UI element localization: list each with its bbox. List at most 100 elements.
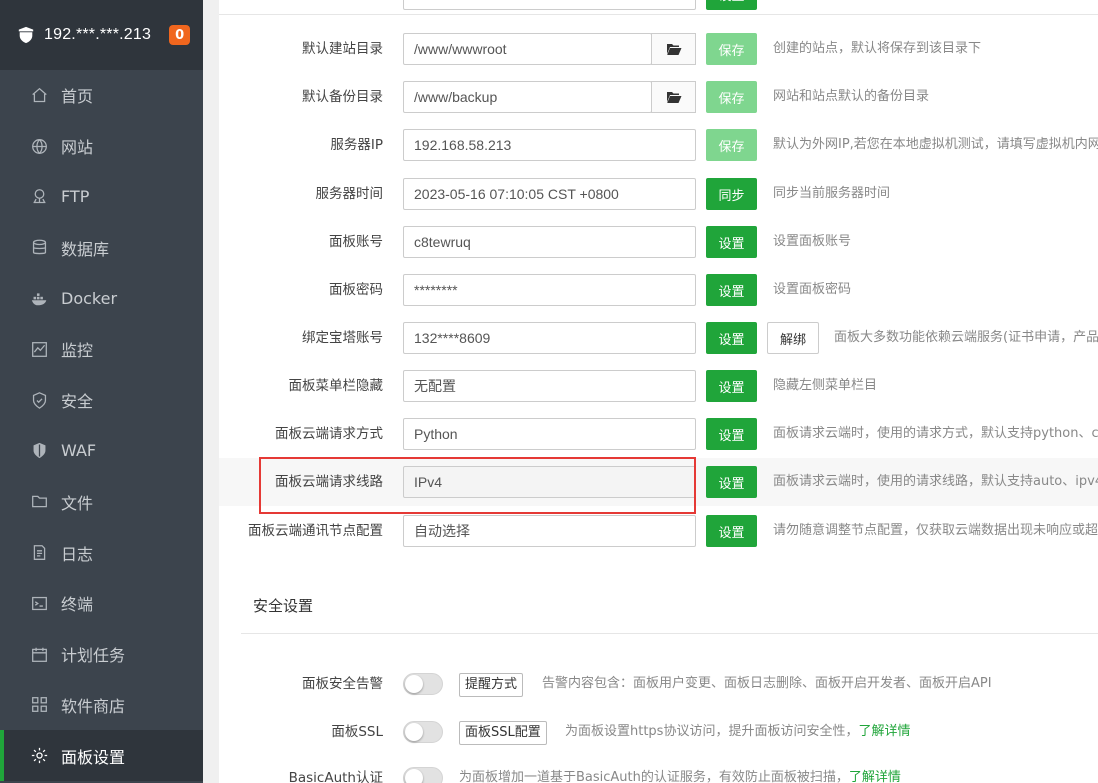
setting-help: 为面板设置https协议访问，提升面板访问安全性，了解详情 (565, 708, 910, 756)
setting-row-partial: 设置 (219, 0, 1098, 18)
setting-row-cloud-request-method: 面板云端请求方式 Python 设置 面板请求云端时，使用的请求方式，默认支持p… (219, 410, 1098, 458)
calendar-icon (30, 645, 48, 663)
sidebar-item-docker[interactable]: Docker (0, 273, 203, 324)
ftp-icon (30, 188, 48, 206)
set-button[interactable]: 设置 (706, 515, 757, 547)
globe-icon (30, 137, 48, 155)
sidebar-item-files[interactable]: 文件 (0, 476, 203, 527)
set-button[interactable]: 设置 (706, 274, 757, 306)
sidebar-item-app-store[interactable]: 软件商店 (0, 680, 203, 731)
notification-badge[interactable]: 0 (169, 25, 191, 45)
partial-set-button[interactable]: 设置 (706, 0, 757, 10)
setting-row-site-dir: 默认建站目录 /www/wwwroot 保存 创建的站点，默认将保存到该目录下 (219, 25, 1098, 73)
gutter (203, 0, 219, 783)
sidebar-item-monitor[interactable]: 监控 (0, 324, 203, 375)
sidebar-nav: 首页 网站 FTP 数据库 Docker 监控 安全 WAF 文件 日志 终端 … (0, 70, 203, 782)
sidebar-item-website[interactable]: 网站 (0, 121, 203, 172)
server-shield-icon (18, 26, 34, 44)
setting-label: 面板SSL (331, 724, 383, 740)
setting-help: 默认为外网IP,若您在本地虚拟机测试，请填写虚拟机内网IP (773, 137, 1098, 152)
sidebar-item-label: 终端 (61, 595, 94, 615)
server-ip: 192.***.***.213 (44, 26, 152, 43)
set-button[interactable]: 设置 (706, 466, 757, 498)
sidebar-item-logs[interactable]: 日志 (0, 527, 203, 578)
sidebar-item-security[interactable]: 安全 (0, 375, 203, 426)
sidebar-item-ftp[interactable]: FTP (0, 172, 203, 223)
waf-shield-icon (30, 442, 48, 460)
learn-more-link[interactable]: 了解详情 (849, 770, 901, 783)
menu-hide-input[interactable]: 无配置 (403, 370, 696, 402)
sidebar-item-home[interactable]: 首页 (0, 70, 203, 121)
unbind-button[interactable]: 解绑 (767, 322, 819, 354)
docker-icon (30, 290, 48, 308)
section-divider (241, 633, 1098, 634)
alert-method-button[interactable]: 提醒方式 (459, 673, 524, 697)
setting-label: 默认建站目录 (302, 41, 383, 57)
browse-folder-button[interactable] (651, 81, 696, 113)
sidebar-item-label: 文件 (61, 493, 94, 513)
set-button[interactable]: 设置 (706, 322, 757, 354)
panel-password-input[interactable]: ******** (403, 274, 696, 306)
server-header[interactable]: 192.***.***.213 0 (0, 0, 203, 70)
cloud-node-input[interactable]: 自动选择 (403, 515, 696, 547)
monitor-icon (30, 340, 48, 358)
setting-help: 面板请求云端时，使用的请求方式，默认支持python、curl (773, 426, 1098, 441)
learn-more-link[interactable]: 了解详情 (858, 724, 910, 739)
partial-input[interactable] (403, 0, 696, 10)
setting-label: 默认备份目录 (302, 89, 383, 105)
setting-help: 告警内容包含：面板用户变更、面板日志删除、面板开启开发者、面板开启API (542, 676, 992, 691)
set-button[interactable]: 设置 (706, 226, 757, 258)
toggle-knob (405, 723, 423, 741)
setting-label: 面板密码 (329, 282, 383, 298)
panel-ssl-toggle[interactable] (403, 721, 443, 743)
sidebar: 192.***.***.213 0 首页 网站 FTP 数据库 Docker 监… (0, 0, 203, 783)
ssl-config-button[interactable]: 面板SSL配置 (459, 721, 547, 745)
setting-label: 服务器时间 (315, 186, 384, 202)
security-row-ssl: 面板SSL 面板SSL配置 为面板设置https协议访问，提升面板访问安全性，了… (219, 708, 1098, 756)
help-text: 为面板增加一道基于BasicAuth的认证服务，有效防止面板被扫描， (459, 770, 849, 783)
panel-alert-toggle[interactable] (403, 673, 443, 695)
setting-help: 设置面板密码 (773, 282, 852, 297)
server-ip-input[interactable]: 192.168.58.213 (403, 129, 696, 161)
setting-label: 面板云端请求方式 (275, 426, 383, 442)
set-button[interactable]: 设置 (706, 418, 757, 450)
sidebar-item-label: 日志 (61, 544, 94, 564)
site-dir-input[interactable]: /www/wwwroot (403, 33, 652, 65)
shield-icon (30, 391, 48, 409)
sidebar-item-label: Docker (61, 289, 118, 309)
save-button[interactable]: 保存 (706, 129, 757, 161)
basicauth-toggle[interactable] (403, 767, 443, 783)
sidebar-item-label: 计划任务 (61, 646, 126, 666)
terminal-icon (30, 594, 48, 612)
log-icon (30, 544, 48, 562)
section-title-security: 安全设置 (253, 597, 314, 615)
sidebar-item-panel-settings[interactable]: 面板设置 (0, 730, 203, 782)
bind-account-input[interactable]: 132****8609 (403, 322, 696, 354)
setting-help: 为面板增加一道基于BasicAuth的认证服务，有效防止面板被扫描，了解详情 (459, 754, 901, 783)
browse-folder-button[interactable] (651, 33, 696, 65)
save-button[interactable]: 保存 (706, 81, 757, 113)
backup-dir-input[interactable]: /www/backup (403, 81, 652, 113)
set-button[interactable]: 设置 (706, 370, 757, 402)
setting-row-bind-account: 绑定宝塔账号 132****8609 设置 解绑 面板大多数功能依赖云端服务(证… (219, 314, 1098, 362)
save-button[interactable]: 保存 (706, 33, 757, 65)
sidebar-item-label: 安全 (61, 392, 94, 412)
apps-grid-icon (30, 696, 48, 714)
database-icon (30, 239, 48, 257)
folder-open-icon (666, 92, 681, 103)
sidebar-item-database[interactable]: 数据库 (0, 222, 203, 273)
cloud-request-method-input[interactable]: Python (403, 418, 696, 450)
setting-row-server-time: 服务器时间 2023-05-16 07:10:05 CST +0800 同步 同… (219, 170, 1098, 218)
panel-account-input[interactable]: c8tewruq (403, 226, 696, 258)
setting-help: 同步当前服务器时间 (773, 186, 891, 201)
sidebar-item-label: WAF (61, 441, 97, 461)
sync-button[interactable]: 同步 (706, 178, 757, 210)
sidebar-item-cron[interactable]: 计划任务 (0, 629, 203, 680)
sidebar-item-terminal[interactable]: 终端 (0, 578, 203, 629)
sidebar-item-label: 面板设置 (61, 747, 126, 767)
setting-help: 网站和站点默认的备份目录 (773, 89, 930, 104)
sidebar-item-waf[interactable]: WAF (0, 426, 203, 477)
toggle-knob (405, 769, 423, 783)
server-time-input[interactable]: 2023-05-16 07:10:05 CST +0800 (403, 178, 696, 210)
sidebar-item-label: 监控 (61, 341, 94, 361)
